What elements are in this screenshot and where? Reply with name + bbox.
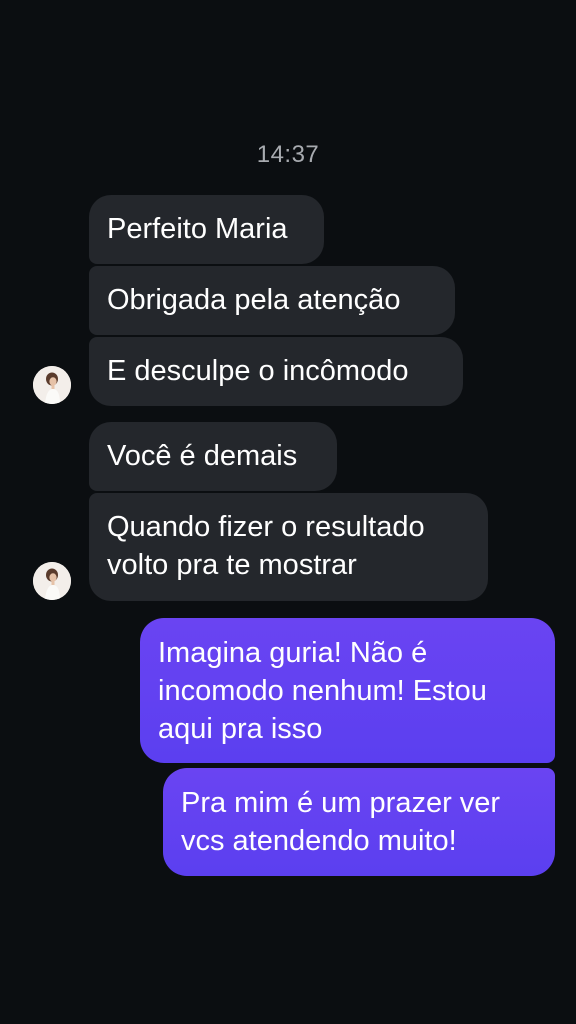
contact-avatar-icon xyxy=(33,562,71,600)
incoming-message-bubble[interactable]: Quando fizer o resultado volto pra te mo… xyxy=(89,493,488,601)
outgoing-message-bubble[interactable]: Imagina guria! Não é incomodo nenhum! Es… xyxy=(140,618,555,763)
message-timestamp: 14:37 xyxy=(256,141,320,168)
outgoing-message-bubble[interactable]: Pra mim é um prazer ver vcs atendendo mu… xyxy=(163,768,555,876)
incoming-message-bubble[interactable]: E desculpe o incômodo xyxy=(89,337,463,406)
contact-avatar[interactable] xyxy=(33,562,71,600)
contact-avatar[interactable] xyxy=(33,366,71,404)
incoming-message-bubble[interactable]: Obrigada pela atenção xyxy=(89,266,455,335)
contact-avatar-icon xyxy=(33,366,71,404)
incoming-message-bubble[interactable]: Perfeito Maria xyxy=(89,195,324,264)
incoming-message-bubble[interactable]: Você é demais xyxy=(89,422,337,491)
